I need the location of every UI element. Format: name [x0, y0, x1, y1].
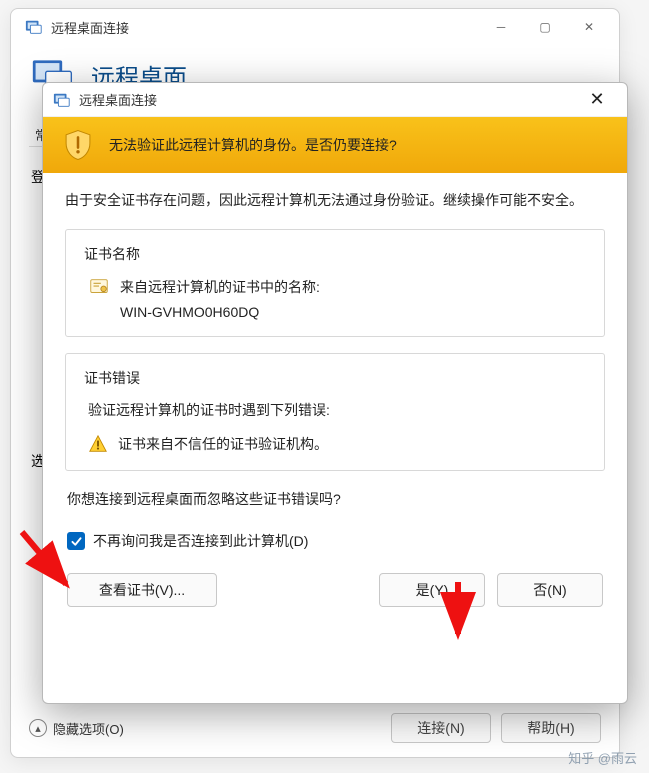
cert-error-intro: 验证远程计算机的证书时遇到下列错误: [88, 400, 582, 420]
no-button[interactable]: 否(N) [497, 573, 603, 607]
cert-from-label: 来自远程计算机的证书中的名称: [120, 276, 320, 298]
hide-options-toggle[interactable]: ▴ 隐藏选项(O) [29, 719, 124, 738]
shield-warning-icon [61, 128, 95, 162]
certificate-error-fieldset: 证书错误 验证远程计算机的证书时遇到下列错误: 证书来自不信任的证书验证机构。 [65, 353, 605, 471]
cert-error-item: 证书来自不信任的证书验证机构。 [118, 434, 328, 454]
warning-banner: 无法验证此远程计算机的身份。是否仍要连接? [43, 117, 627, 173]
main-title-text: 远程桌面连接 [51, 18, 479, 37]
dont-ask-again-row: 不再询问我是否连接到此计算机(D) [67, 531, 603, 551]
dont-ask-again-label: 不再询问我是否连接到此计算机(D) [93, 531, 308, 551]
view-certificate-button[interactable]: 查看证书(V)... [67, 573, 217, 607]
help-button[interactable]: 帮助(H) [501, 713, 601, 743]
warning-triangle-icon [88, 434, 108, 454]
watermark: 知乎 @雨云 [568, 748, 637, 767]
dialog-title-text: 远程桌面连接 [79, 90, 577, 109]
dialog-close-button[interactable]: ✕ [577, 85, 617, 115]
cert-common-name: WIN-GVHMO0H60DQ [120, 304, 586, 320]
dialog-titlebar: 远程桌面连接 ✕ [43, 83, 627, 117]
dialog-button-row: 查看证书(V)... 是(Y) 否(N) [67, 573, 603, 607]
certificate-icon [88, 276, 110, 298]
chevron-up-icon: ▴ [29, 719, 47, 737]
cert-name-legend: 证书名称 [84, 244, 586, 264]
security-explanation: 由于安全证书存在问题，因此远程计算机无法通过身份验证。继续操作可能不安全。 [65, 189, 605, 213]
minimize-button[interactable]: ─ [479, 12, 523, 42]
cert-error-legend: 证书错误 [84, 368, 586, 388]
rdc-app-icon [53, 91, 71, 109]
dialog-body: 由于安全证书存在问题，因此远程计算机无法通过身份验证。继续操作可能不安全。 证书… [43, 173, 627, 613]
maximize-button[interactable]: ▢ [523, 12, 567, 42]
main-footer: ▴ 隐藏选项(O) 连接(N) 帮助(H) [29, 713, 601, 743]
yes-button[interactable]: 是(Y) [379, 573, 485, 607]
dont-ask-again-checkbox[interactable] [67, 532, 85, 550]
hide-options-label: 隐藏选项(O) [53, 719, 124, 738]
main-titlebar: 远程桌面连接 ─ ▢ ✕ [11, 9, 619, 45]
certificate-name-fieldset: 证书名称 来自远程计算机的证书中的名称: WIN-GVHMO0H60DQ [65, 229, 605, 337]
close-button[interactable]: ✕ [567, 12, 611, 42]
rdc-app-icon [25, 18, 43, 36]
certificate-warning-dialog: 远程桌面连接 ✕ 无法验证此远程计算机的身份。是否仍要连接? 由于安全证书存在问… [42, 82, 628, 704]
connect-button[interactable]: 连接(N) [391, 713, 491, 743]
warning-text: 无法验证此远程计算机的身份。是否仍要连接? [109, 135, 397, 155]
connect-question: 你想连接到远程桌面而忽略这些证书错误吗? [67, 489, 603, 509]
